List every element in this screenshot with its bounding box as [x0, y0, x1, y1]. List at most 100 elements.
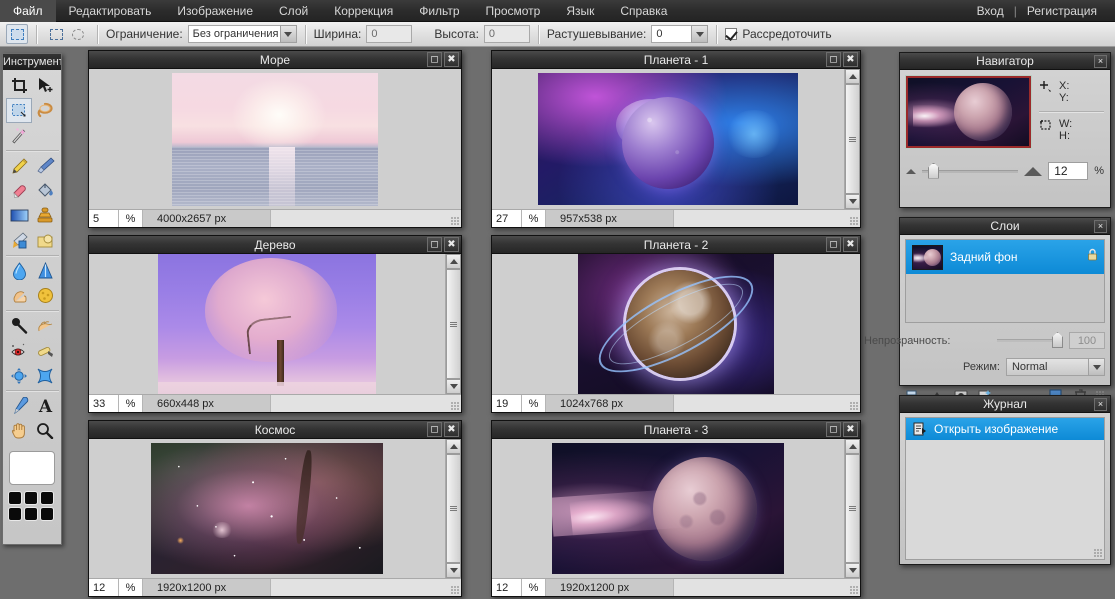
tool-sponge[interactable] — [32, 283, 58, 308]
tool-crop[interactable] — [6, 73, 32, 98]
palette-swatch[interactable] — [40, 491, 54, 505]
window-titlebar[interactable]: Море ◻ ✖ — [89, 51, 461, 69]
zoom-value[interactable]: 12 — [492, 579, 522, 596]
tool-bloat[interactable] — [6, 363, 32, 388]
menu-item-edit[interactable]: Редактировать — [56, 0, 165, 22]
tool-drawing[interactable] — [32, 228, 58, 253]
close-icon[interactable]: ✖ — [843, 422, 858, 437]
close-icon[interactable]: ✖ — [843, 237, 858, 252]
constraint-select[interactable]: Без ограничения — [187, 25, 297, 43]
zoom-value[interactable]: 12 — [89, 579, 119, 596]
maximize-icon[interactable]: ◻ — [427, 422, 442, 437]
tool-lasso[interactable] — [32, 98, 58, 123]
palette-swatch[interactable] — [40, 507, 54, 521]
menu-item-filter[interactable]: Фильтр — [406, 0, 472, 22]
canvas-area[interactable] — [492, 69, 844, 209]
scroll-up-icon[interactable] — [446, 254, 461, 269]
tool-move[interactable] — [32, 73, 58, 98]
scroll-down-icon[interactable] — [446, 563, 461, 578]
menu-item-layer[interactable]: Слой — [266, 0, 321, 22]
scrollbar-thumb[interactable] — [845, 454, 860, 563]
history-item-open-image[interactable]: Открыть изображение — [906, 418, 1104, 440]
tool-smudge[interactable] — [6, 283, 32, 308]
window-titlebar[interactable]: Планета - 3 ◻ ✖ — [492, 421, 860, 439]
image-window-planeta-3[interactable]: Планета - 3 ◻ ✖ 12 % 1920x1200 px — [491, 420, 861, 597]
scrollbar-thumb[interactable] — [845, 84, 860, 194]
tool-type[interactable]: A — [32, 393, 58, 418]
palette-swatch[interactable] — [8, 491, 22, 505]
navigator-thumbnail[interactable] — [905, 75, 1032, 149]
scrollbar-track[interactable] — [446, 454, 461, 563]
vertical-scrollbar[interactable] — [844, 69, 860, 209]
zoom-value[interactable]: 33 — [89, 395, 119, 412]
image-window-planeta-2[interactable]: Планета - 2 ◻ ✖ 19 % 1024x768 px — [491, 235, 861, 413]
ellipse-select-mode-button[interactable] — [67, 24, 89, 44]
canvas-area[interactable] — [492, 254, 860, 394]
zoom-out-icon[interactable] — [906, 168, 916, 174]
zoom-value[interactable]: 19 — [492, 395, 522, 412]
vertical-scrollbar[interactable] — [445, 439, 461, 578]
foreground-color-swatch[interactable] — [9, 451, 55, 485]
tool-sharpen[interactable] — [32, 258, 58, 283]
menu-item-file[interactable]: Файл — [0, 0, 56, 22]
scroll-up-icon[interactable] — [845, 439, 860, 454]
close-icon[interactable]: × — [1094, 220, 1107, 233]
menu-item-view[interactable]: Просмотр — [473, 0, 554, 22]
tool-blur[interactable] — [6, 258, 32, 283]
chevron-down-icon[interactable] — [279, 25, 297, 43]
close-icon[interactable]: × — [1094, 55, 1107, 68]
scroll-down-icon[interactable] — [845, 194, 860, 209]
canvas-area[interactable] — [492, 439, 844, 578]
tool-marquee-select[interactable] — [6, 98, 32, 123]
maximize-icon[interactable]: ◻ — [826, 52, 841, 67]
tool-burn[interactable] — [32, 313, 58, 338]
tool-paint-bucket[interactable] — [32, 178, 58, 203]
close-icon[interactable]: ✖ — [444, 237, 459, 252]
close-icon[interactable]: ✖ — [444, 422, 459, 437]
menu-item-language[interactable]: Язык — [553, 0, 607, 22]
tool-spot-heal[interactable] — [32, 338, 58, 363]
canvas-area[interactable] — [89, 254, 445, 394]
blend-mode-select[interactable]: Normal — [1005, 358, 1105, 376]
height-input[interactable]: 0 — [483, 25, 530, 43]
tool-eyedropper[interactable] — [6, 393, 32, 418]
menu-item-adjustment[interactable]: Коррекция — [321, 0, 406, 22]
tool-gradient[interactable] — [6, 203, 32, 228]
tool-pencil[interactable] — [6, 153, 32, 178]
tool-magic-wand[interactable] — [6, 123, 32, 148]
image-window-more[interactable]: Море ◻ ✖ 5 % 4000x2657 px — [88, 50, 462, 228]
resize-grip-icon[interactable] — [850, 402, 859, 411]
layer-item-background[interactable]: Задний фон — [906, 240, 1104, 274]
resize-grip-icon[interactable] — [850, 217, 859, 226]
image-window-kosmos[interactable]: Космос ◻ ✖ 12 % 1920x1200 px — [88, 420, 462, 597]
tool-eraser[interactable] — [6, 178, 32, 203]
menu-item-help[interactable]: Справка — [607, 0, 680, 22]
vertical-scrollbar[interactable] — [844, 439, 860, 578]
opacity-value[interactable]: 100 — [1069, 332, 1105, 349]
tool-zoom[interactable] — [32, 418, 58, 443]
resize-grip-icon[interactable] — [850, 586, 859, 595]
navigator-zoom-slider[interactable]: 12 % — [906, 162, 1104, 180]
maximize-icon[interactable]: ◻ — [427, 237, 442, 252]
maximize-icon[interactable]: ◻ — [427, 52, 442, 67]
rect-select-mode-button[interactable] — [45, 24, 67, 44]
tool-clone-stamp[interactable] — [32, 203, 58, 228]
tool-replace-color[interactable] — [6, 228, 32, 253]
resize-grip-icon[interactable] — [451, 217, 460, 226]
close-icon[interactable]: ✖ — [444, 52, 459, 67]
canvas-area[interactable] — [89, 439, 445, 578]
close-icon[interactable]: × — [1094, 398, 1107, 411]
navigator-zoom-input[interactable]: 12 — [1048, 162, 1089, 180]
register-link[interactable]: Регистрация — [1019, 0, 1105, 22]
tool-pinch[interactable] — [32, 363, 58, 388]
close-icon[interactable]: ✖ — [843, 52, 858, 67]
chevron-down-icon-mode[interactable] — [1088, 358, 1105, 376]
scrollbar-track[interactable] — [845, 84, 860, 194]
window-titlebar[interactable]: Космос ◻ ✖ — [89, 421, 461, 439]
tool-brush[interactable] — [32, 153, 58, 178]
width-input[interactable]: 0 — [366, 25, 413, 43]
feather-select[interactable]: 0 — [651, 25, 709, 43]
resize-grip-icon[interactable] — [451, 402, 460, 411]
maximize-icon[interactable]: ◻ — [826, 422, 841, 437]
zoom-value[interactable]: 27 — [492, 210, 522, 227]
